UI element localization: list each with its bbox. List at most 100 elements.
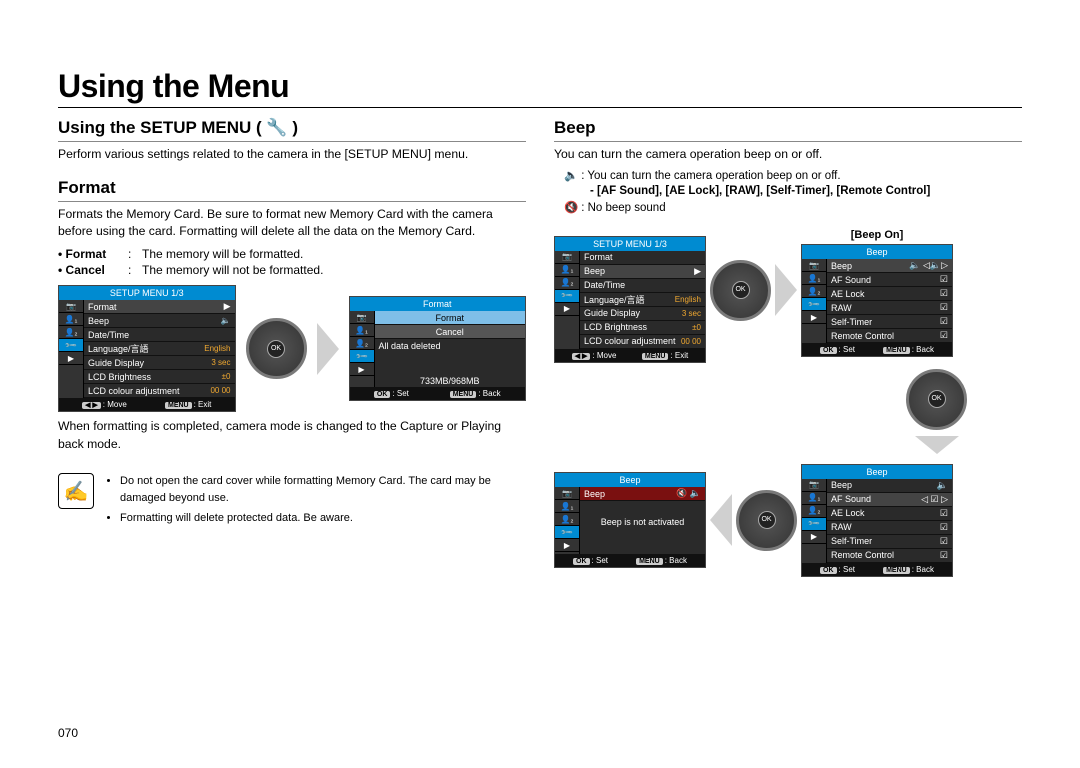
item-val: 00 00 [210,386,230,395]
tab-camera-icon: 📷 [59,300,83,313]
lcd-setup-menu: SETUP MENU 1/3 📷 👤₁ 👤₂ 🔧 ▶ Format ▶ Beep 🔈 [58,285,236,412]
item-label: Date/Time [88,330,129,340]
item-val: 3 sec [211,358,230,367]
def-sep: : [128,247,142,261]
tab-play-icon: ▶ [350,363,374,376]
note-item: Do not open the card cover while formatt… [120,473,526,506]
def-term: • Format [58,247,128,261]
def-cancel-row: • Cancel : The memory will not be format… [58,263,526,277]
tab-play-icon: ▶ [59,352,83,365]
lcd-tabs: 📷 👤₁ 👤₂ 🔧 ▶ [59,300,84,398]
beep-screens-row1: SETUP MENU 1/3 📷👤₁👤₂🔧▶ Format Beep▶ Date… [554,218,1022,363]
item-val: English [204,344,230,353]
ok-button-icon: OK [374,391,391,398]
tab-user2-icon: 👤₂ [350,337,374,350]
lcd-setup-beep: SETUP MENU 1/3 📷👤₁👤₂🔧▶ Format Beep▶ Date… [554,236,706,363]
def-term: • Cancel [58,263,128,277]
lcd-items: Format ▶ Beep 🔈 Date/Time Language/言語 Engli… [84,300,235,398]
lcd-format-confirm: Format 📷 👤₁ 👤₂ 🔧 ▶ Format Cancel A [349,296,527,401]
setup-menu-heading-text: Using the SETUP MENU ( 🔧 ) [58,118,298,137]
beep-off-legend: 🔇 : No beep sound [564,200,1022,214]
beep-sub-legend: - [AF Sound], [AE Lock], [RAW], [Self-Ti… [590,185,1022,197]
lcd-items: Format Cancel All data deleted 733MB/968… [375,311,526,387]
storage-info: 733MB/968MB [420,376,480,386]
lcd-footer: ◀ ▶: Move MENU: Exit [59,398,235,411]
lcd-footer: OK: Set MENU: Back [350,387,526,400]
item-label: Guide Display [88,358,144,368]
control-dial [710,260,771,321]
page-number: 070 [58,726,78,740]
beep-on-legend: 🔈 : You can turn the camera operation be… [564,168,1022,182]
content-columns: Using the SETUP MENU ( 🔧 ) Perform vario… [58,114,1022,577]
arrow-left-icon [710,494,732,546]
menu-button-icon: MENU [165,402,192,409]
item-label: Format [88,302,117,312]
caution-note: ✍ Do not open the card cover while forma… [58,473,526,531]
legend-text: You can turn the camera operation beep o… [587,170,840,182]
option-format: Format [435,313,464,323]
menu-button-icon: MENU [450,391,477,398]
format-msg: All data deleted [379,341,441,351]
beep-intro: You can turn the camera operation beep o… [554,146,1022,164]
item-label: LCD colour adjustment [88,386,180,396]
tab-user1-icon: 👤₁ [59,313,83,326]
setup-menu-heading: Using the SETUP MENU ( 🔧 ) [58,118,526,142]
control-dial [246,318,307,379]
foot-set: : Set [392,389,408,398]
speaker-on-icon: 🔈 [564,168,578,182]
lcd-title: Format [350,297,526,311]
lcd-beep-on2: Beep 📷👤₁👤₂🔧▶ Beep🔈 AF Sound◁ ☑ ▷ AE Lock… [801,464,953,577]
left-column: Using the SETUP MENU ( 🔧 ) Perform vario… [58,114,526,577]
lcd-title: Beep [555,473,705,487]
legend-text: No beep sound [588,202,666,214]
lcd-title: Beep [802,245,952,259]
format-intro: Formats the Memory Card. Be sure to form… [58,206,526,241]
beep-heading: Beep [554,118,1022,142]
foot-move: : Move [103,400,127,409]
def-format-row: • Format : The memory will be formatted. [58,247,526,261]
item-val: ▶ [224,301,231,312]
lcd-title: SETUP MENU 1/3 [59,286,235,300]
tab-user1-icon: 👤₁ [350,324,374,337]
lcd-title: SETUP MENU 1/3 [555,237,705,251]
lcd-beep-on: Beep 📷👤₁👤₂🔧▶ Beep🔈 ◁🔈▷ AF Sound☑ AE Lock… [801,244,953,357]
foot-exit: : Exit [194,400,212,409]
beep-screens-row2: Beep 📷👤₁👤₂🔧▶ Beep🔇 🔈 Beep is not activat… [554,464,1022,577]
option-cancel: Cancel [436,327,464,337]
arrow-right-icon [317,323,339,375]
item-label: LCD Brightness [88,372,151,382]
format-screens-row: SETUP MENU 1/3 📷 👤₁ 👤₂ 🔧 ▶ Format ▶ Beep 🔈 [58,285,526,412]
manual-page: Using the Menu Using the SETUP MENU ( 🔧 … [0,0,1080,768]
item-val: ±0 [222,372,231,381]
lcd-beep-off: Beep 📷👤₁👤₂🔧▶ Beep🔇 🔈 Beep is not activat… [554,472,706,568]
right-column: Beep You can turn the camera operation b… [554,114,1022,577]
format-definitions: • Format : The memory will be formatted.… [58,247,526,277]
tab-user2-icon: 👤₂ [59,326,83,339]
control-dial [906,369,967,430]
speaker-off-icon: 🔇 [564,200,578,214]
foot-back: : Back [478,389,500,398]
item-label: Language/言語 [88,342,149,355]
note-list: Do not open the card cover while formatt… [106,473,526,531]
beep-on-label: [Beep On] [851,229,904,241]
beep-off-msg: Beep is not activated [601,517,685,527]
item-val: 🔈 [221,316,231,325]
lcd-title: Beep [802,465,952,479]
dial-down-group [906,363,967,460]
item-label: Beep [88,316,109,326]
def-desc: The memory will be formatted. [142,247,526,261]
note-icon: ✍ [58,473,94,509]
lcd-tabs: 📷 👤₁ 👤₂ 🔧 ▶ [350,311,375,387]
tab-wrench-icon: 🔧 [59,339,83,352]
setup-intro: Perform various settings related to the … [58,146,526,164]
def-desc: The memory will not be formatted. [142,263,526,277]
tab-wrench-icon: 🔧 [350,350,374,363]
nav-icon: ◀ ▶ [82,402,101,409]
arrow-right-icon [775,264,797,316]
tab-camera-icon: 📷 [350,311,374,324]
arrow-down-icon [915,436,959,454]
page-title: Using the Menu [58,68,1022,108]
format-complete-text: When formatting is completed, camera mod… [58,418,526,453]
note-item: Formatting will delete protected data. B… [120,510,526,527]
def-sep: : [128,263,142,277]
